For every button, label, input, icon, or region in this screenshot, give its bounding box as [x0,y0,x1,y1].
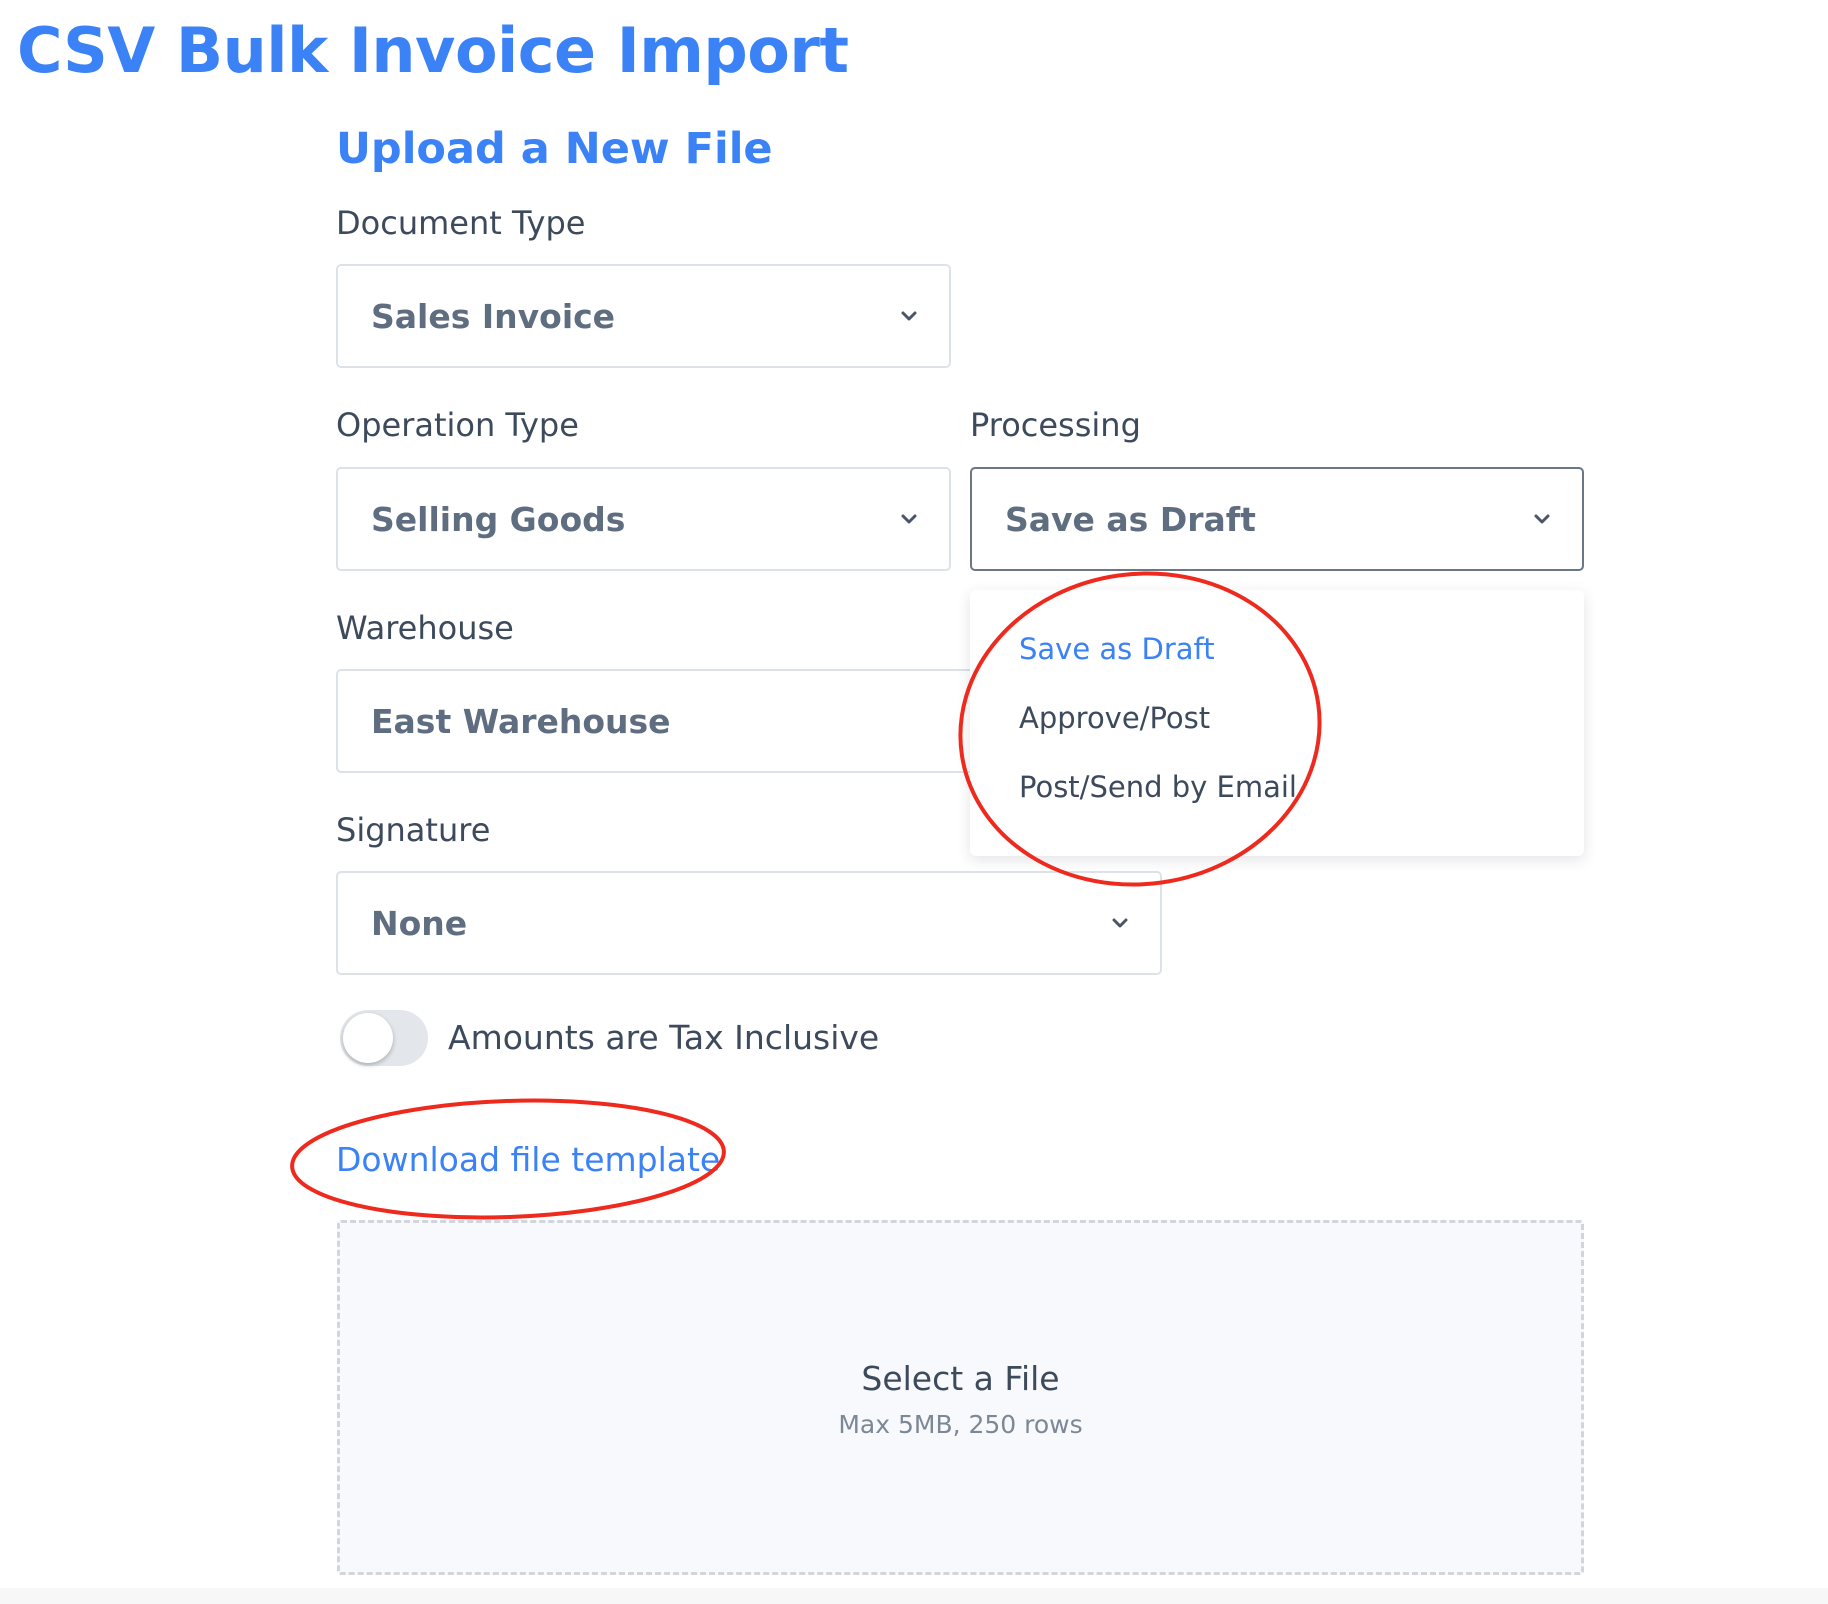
dropdown-option-save-as-draft[interactable]: Save as Draft [1019,632,1215,666]
document-type-value: Sales Invoice [371,296,616,336]
page-title: CSV Bulk Invoice Import [17,14,849,87]
processing-label: Processing [970,406,1141,444]
operation-type-value: Selling Goods [371,499,626,539]
operation-type-select[interactable]: Selling Goods [336,467,951,571]
chevron-down-icon [1112,918,1128,928]
chevron-down-icon [901,514,917,524]
dropdown-option-approve-post[interactable]: Approve/Post [1019,701,1210,735]
operation-type-label: Operation Type [336,406,579,444]
chevron-down-icon [901,311,917,321]
document-type-label: Document Type [336,204,586,242]
bottom-edge [0,1588,1828,1604]
processing-value: Save as Draft [1005,499,1256,539]
chevron-down-icon [1534,514,1550,524]
section-title: Upload a New File [336,124,773,174]
dropzone-title: Select a File [861,1359,1060,1398]
document-type-select[interactable]: Sales Invoice [336,264,951,368]
dropzone-subtitle: Max 5MB, 250 rows [838,1410,1083,1439]
toggle-knob [343,1013,393,1063]
download-template-link[interactable]: Download file template [336,1140,720,1179]
warehouse-label: Warehouse [336,609,514,647]
signature-value: None [371,903,468,943]
processing-select[interactable]: Save as Draft [970,467,1584,571]
dropdown-option-post-send-email[interactable]: Post/Send by Email [1019,770,1297,804]
file-dropzone[interactable]: Select a File Max 5MB, 250 rows [337,1220,1584,1575]
signature-label: Signature [336,811,491,849]
warehouse-value: East Warehouse [371,701,671,741]
processing-dropdown-menu: Save as Draft Approve/Post Post/Send by … [970,590,1584,856]
tax-inclusive-toggle[interactable] [340,1010,428,1066]
tax-inclusive-label: Amounts are Tax Inclusive [448,1018,880,1057]
signature-select[interactable]: None [336,871,1162,975]
